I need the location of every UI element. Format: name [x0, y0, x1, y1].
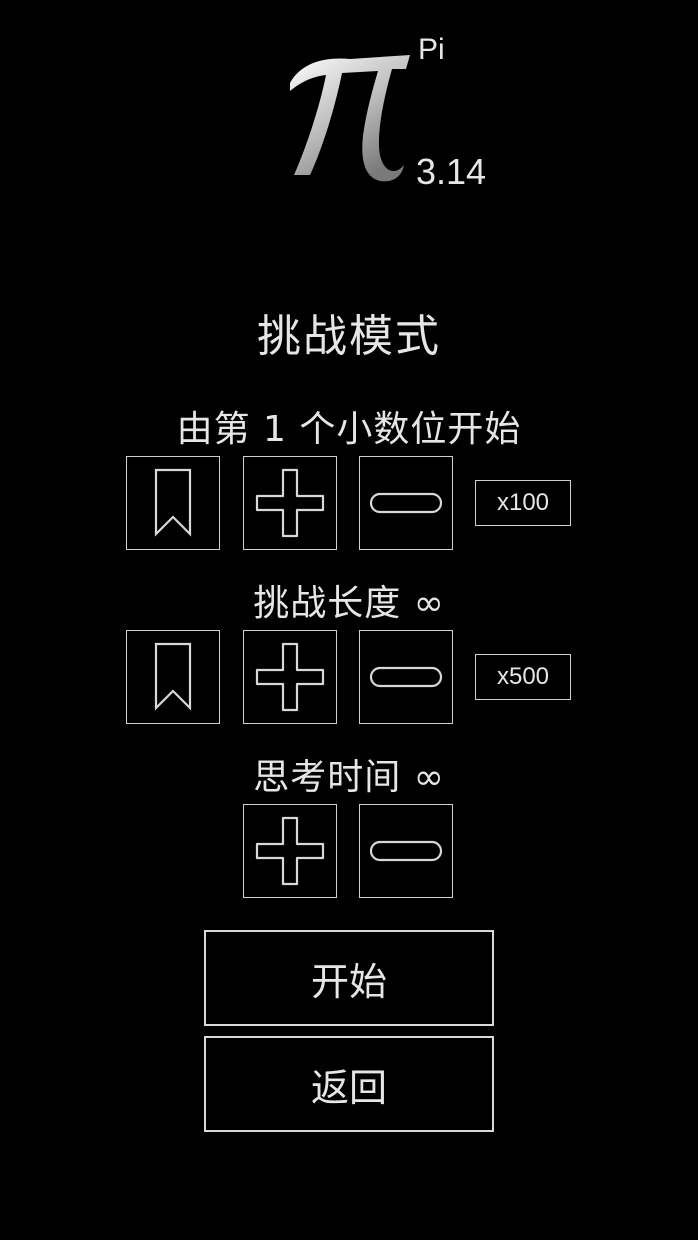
minus-icon: [369, 492, 443, 514]
think-time-minus-button[interactable]: [359, 804, 453, 898]
back-button[interactable]: 返回: [204, 1036, 494, 1132]
challenge-length-multiplier-button[interactable]: x500: [475, 654, 571, 700]
pi-label: Pi: [418, 33, 445, 66]
minus-icon: [369, 666, 443, 688]
challenge-length-plus-button[interactable]: [243, 630, 337, 724]
page-title: 挑战模式: [257, 311, 441, 362]
challenge-length-label: 挑战长度 ∞: [253, 583, 445, 624]
think-time-plus-button[interactable]: [243, 804, 337, 898]
start-button[interactable]: 开始: [204, 930, 494, 1026]
pi-value: 3.14: [416, 151, 487, 192]
minus-icon: [369, 840, 443, 862]
bookmark-icon: [154, 468, 192, 537]
plus-icon: [255, 468, 325, 538]
start-digit-minus-button[interactable]: [359, 456, 453, 550]
pi-symbol-icon: [290, 55, 410, 182]
think-time-label: 思考时间 ∞: [253, 757, 445, 798]
start-digit-bookmark-button[interactable]: [126, 456, 220, 550]
pi-logo: Pi 3.14: [280, 25, 510, 205]
start-digit-plus-button[interactable]: [243, 456, 337, 550]
start-digit-label: 由第 1 个小数位开始: [176, 409, 522, 450]
challenge-length-minus-button[interactable]: [359, 630, 453, 724]
challenge-length-bookmark-button[interactable]: [126, 630, 220, 724]
plus-icon: [255, 642, 325, 712]
plus-icon: [255, 816, 325, 886]
start-digit-multiplier-button[interactable]: x100: [475, 480, 571, 526]
bookmark-icon: [154, 642, 192, 711]
